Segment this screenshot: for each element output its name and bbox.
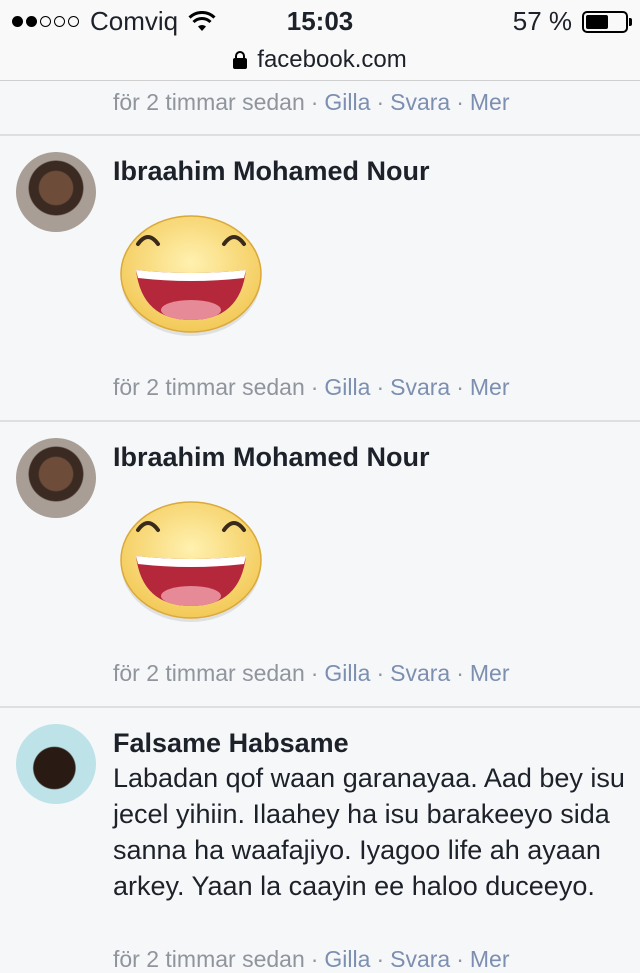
comment-item: Ibraahim Mohamed Nour för 2 timmar sedan… bbox=[0, 136, 640, 420]
comment-actions: för 2 timmar sedan · Gilla · Svara · Mer bbox=[113, 374, 510, 400]
comment-timestamp: för 2 timmar sedan bbox=[113, 89, 305, 115]
more-link[interactable]: Mer bbox=[470, 946, 510, 972]
comment-actions: för 2 timmar sedan · Gilla · Svara · Mer bbox=[113, 660, 510, 686]
like-link[interactable]: Gilla bbox=[324, 89, 370, 115]
comment-text: Labadan qof waan garanayaa. Aad bey isu … bbox=[113, 763, 625, 901]
comment-item: Falsame Habsame Labadan qof waan garanay… bbox=[0, 708, 640, 972]
reply-link[interactable]: Svara bbox=[390, 374, 450, 400]
like-link[interactable]: Gilla bbox=[324, 660, 370, 686]
comment-author[interactable]: Falsame Habsame bbox=[113, 728, 349, 759]
like-link[interactable]: Gilla bbox=[324, 374, 370, 400]
status-bar: Comviq 15:03 57 % bbox=[0, 0, 640, 40]
lock-icon bbox=[233, 51, 248, 69]
reply-link[interactable]: Svara bbox=[390, 660, 450, 686]
battery-percent: 57 % bbox=[512, 6, 572, 36]
more-link[interactable]: Mer bbox=[470, 660, 510, 686]
address-bar[interactable]: facebook.com bbox=[0, 40, 640, 81]
more-link[interactable]: Mer bbox=[470, 374, 510, 400]
reply-link[interactable]: Svara bbox=[390, 89, 450, 115]
laughing-emoji-icon bbox=[120, 501, 262, 622]
comment-timestamp: för 2 timmar sedan bbox=[113, 946, 305, 972]
like-link[interactable]: Gilla bbox=[324, 946, 370, 972]
comment-item: Ibraahim Mohamed Nour för 2 timmar sedan… bbox=[0, 422, 640, 706]
reply-link[interactable]: Svara bbox=[390, 946, 450, 972]
comment-meta-previous: för 2 timmar sedan · Gilla · Svara · Mer bbox=[0, 81, 640, 134]
comment-timestamp: för 2 timmar sedan bbox=[113, 374, 305, 400]
avatar[interactable] bbox=[16, 438, 96, 518]
comments-list: för 2 timmar sedan · Gilla · Svara · Mer Ibraa… bbox=[0, 81, 640, 972]
laughing-emoji-icon bbox=[120, 215, 262, 336]
avatar[interactable] bbox=[16, 152, 96, 232]
battery-status: 57 % bbox=[512, 6, 632, 37]
comment-author[interactable]: Ibraahim Mohamed Nour bbox=[113, 442, 430, 473]
comment-timestamp: för 2 timmar sedan bbox=[113, 660, 305, 686]
battery-icon bbox=[582, 10, 632, 33]
comment-actions: för 2 timmar sedan · Gilla · Svara · Mer bbox=[113, 89, 510, 115]
avatar[interactable] bbox=[16, 724, 96, 804]
comment-author[interactable]: Ibraahim Mohamed Nour bbox=[113, 156, 430, 187]
more-link[interactable]: Mer bbox=[470, 89, 510, 115]
url-domain[interactable]: facebook.com bbox=[257, 46, 406, 74]
